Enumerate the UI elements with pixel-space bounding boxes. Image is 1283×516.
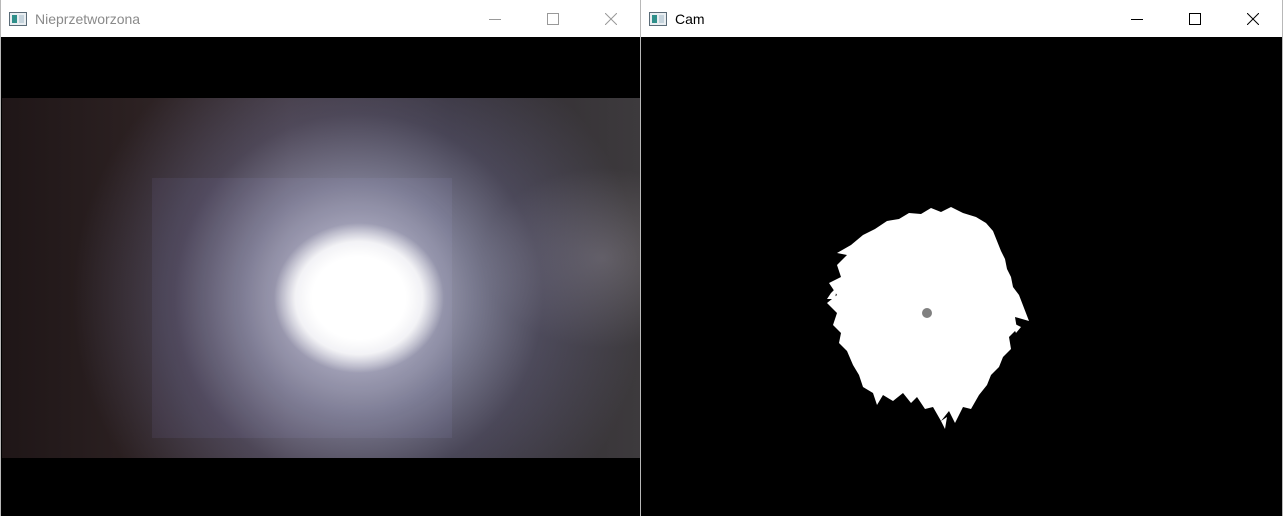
image-canvas [641, 37, 1282, 516]
maximize-icon [1189, 12, 1201, 25]
maximize-icon [547, 12, 559, 25]
maximize-button[interactable] [1166, 0, 1224, 37]
titlebar[interactable]: Nieprzetworzona [1, 0, 640, 37]
caption-buttons [466, 0, 640, 37]
opencv-window-icon [9, 11, 27, 26]
minimize-button[interactable] [1108, 0, 1166, 37]
window-title: Cam [675, 10, 705, 27]
opencv-window-icon [649, 11, 667, 26]
close-icon [1247, 12, 1259, 25]
camera-frame [2, 98, 640, 458]
close-icon [605, 12, 617, 25]
close-button[interactable] [1224, 0, 1282, 37]
window-title: Nieprzetworzona [35, 10, 141, 27]
maximize-button[interactable] [524, 0, 582, 37]
caption-buttons [1108, 0, 1282, 37]
titlebar[interactable]: Cam [641, 0, 1282, 37]
image-canvas [1, 37, 640, 516]
window-cam-mask[interactable]: Cam [641, 0, 1283, 516]
minimize-icon [489, 18, 501, 20]
close-button[interactable] [582, 0, 640, 37]
minimize-icon [1131, 18, 1143, 20]
threshold-mask [827, 207, 1029, 429]
centroid-marker [922, 308, 932, 318]
minimize-button[interactable] [466, 0, 524, 37]
window-raw-feed[interactable]: Nieprzetworzona [0, 0, 641, 516]
